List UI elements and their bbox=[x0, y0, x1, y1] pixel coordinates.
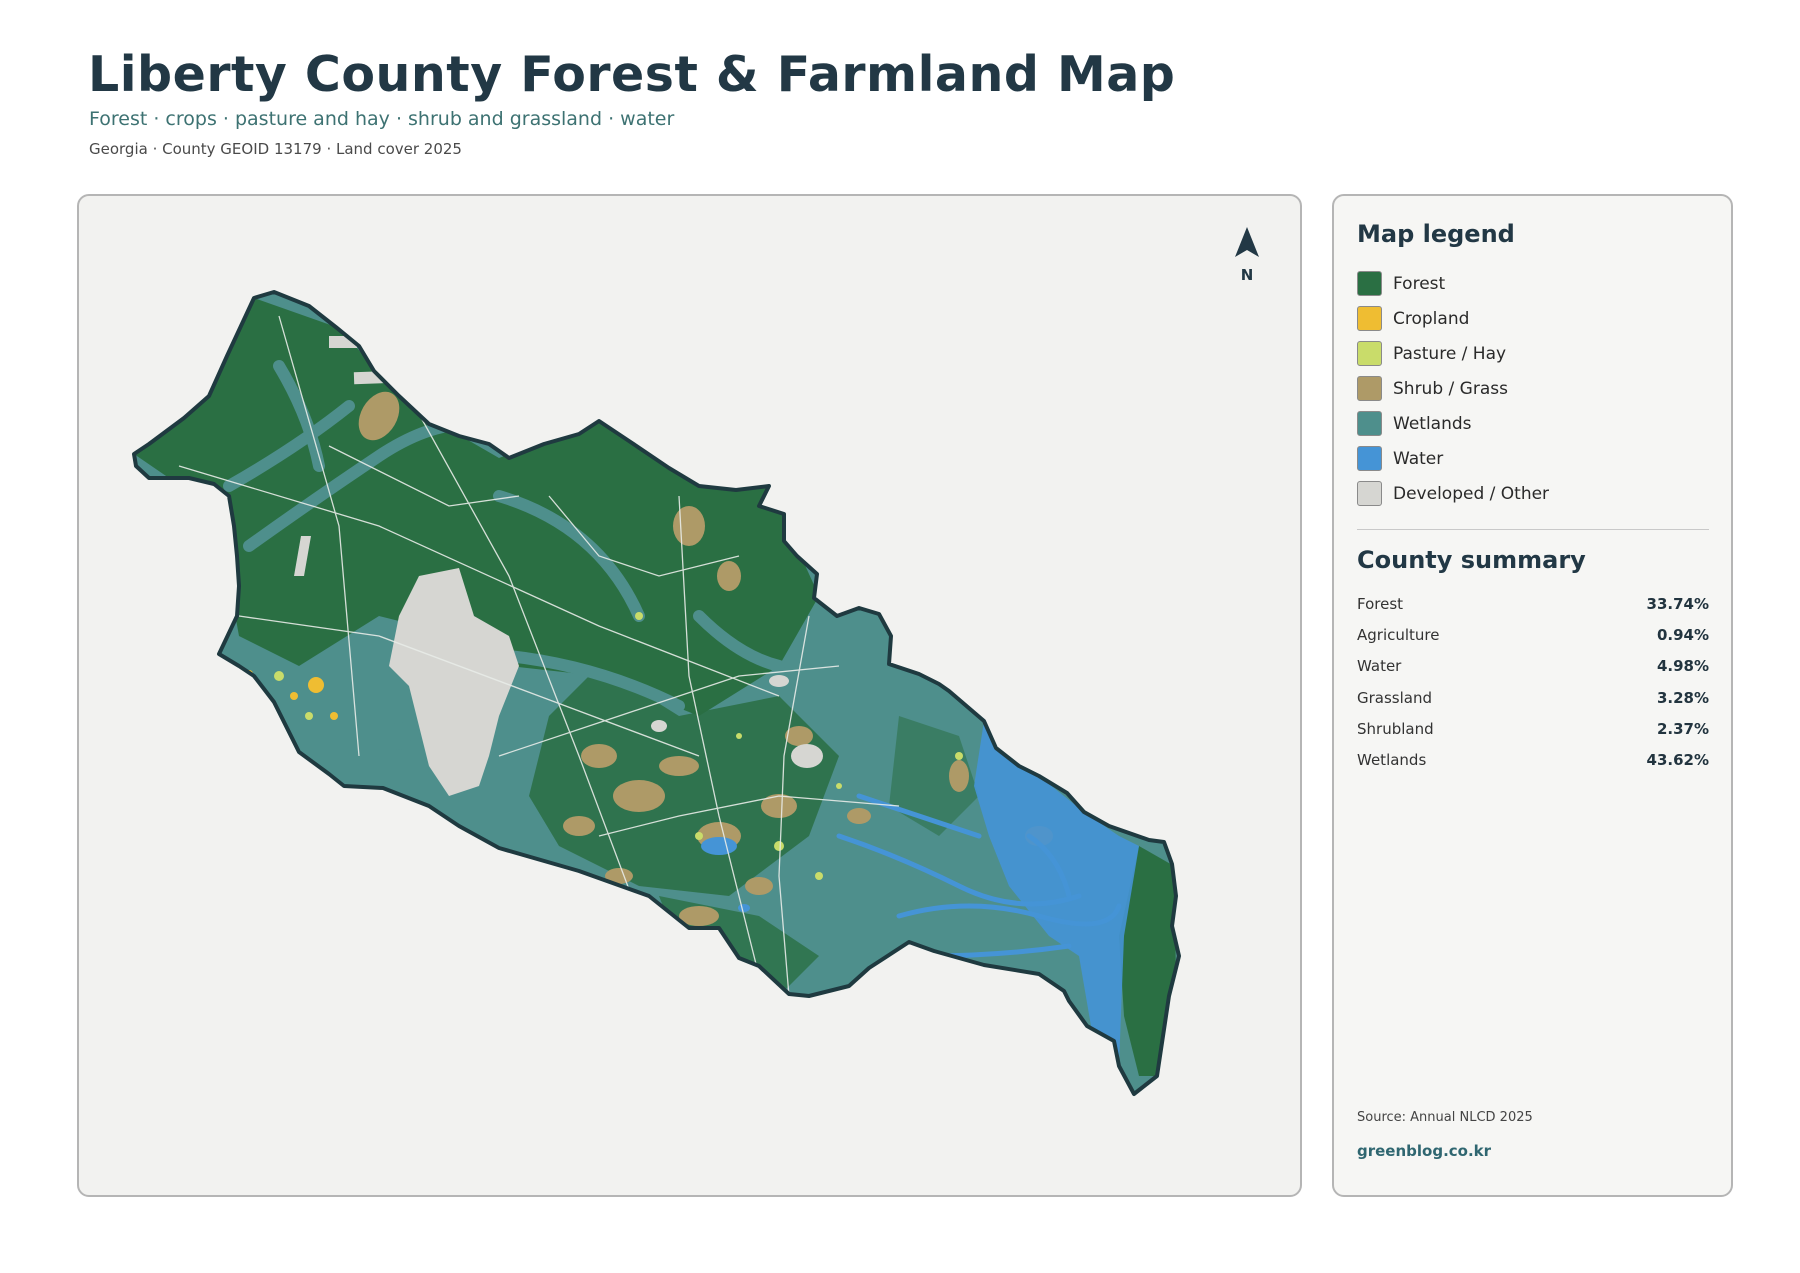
legend-title: Map legend bbox=[1357, 220, 1515, 248]
summary-label: Forest bbox=[1357, 594, 1404, 613]
data-source: Source: Annual NLCD 2025 bbox=[1357, 1110, 1533, 1125]
summary-row: Water 4.98% bbox=[1357, 651, 1709, 682]
legend-swatch bbox=[1357, 446, 1382, 471]
summary-row: Wetlands 43.62% bbox=[1357, 744, 1709, 775]
divider bbox=[1357, 529, 1709, 530]
summary-label: Wetlands bbox=[1357, 751, 1427, 770]
summary-label: Water bbox=[1357, 657, 1402, 676]
legend-swatch bbox=[1357, 481, 1382, 506]
land-cover-layer bbox=[134, 292, 1179, 1094]
summary-table: Forest 33.74% Agriculture 0.94% Water 4.98%… bbox=[1357, 588, 1709, 776]
summary-title: County summary bbox=[1357, 546, 1586, 574]
legend-label: Pasture / Hay bbox=[1393, 343, 1507, 364]
summary-row: Shrubland 2.37% bbox=[1357, 713, 1709, 744]
legend-label: Water bbox=[1393, 448, 1444, 469]
legend-swatch bbox=[1357, 341, 1382, 366]
summary-row: Agriculture 0.94% bbox=[1357, 619, 1709, 650]
summary-row: Grassland 3.28% bbox=[1357, 682, 1709, 713]
legend-label: Shrub / Grass bbox=[1393, 378, 1508, 399]
summary-label: Grassland bbox=[1357, 688, 1432, 707]
legend-item-wetlands: Wetlands bbox=[1357, 406, 1549, 441]
summary-value: 3.28% bbox=[1656, 688, 1709, 707]
credit-link[interactable]: greenblog.co.kr bbox=[1357, 1142, 1491, 1160]
legend-item-water: Water bbox=[1357, 441, 1549, 476]
page-title: Liberty County Forest & Farmland Map bbox=[88, 46, 1176, 103]
map-panel[interactable]: N bbox=[77, 194, 1302, 1197]
legend-item-cropland: Cropland bbox=[1357, 301, 1549, 336]
summary-label: Agriculture bbox=[1357, 625, 1440, 644]
legend-swatch bbox=[1357, 306, 1382, 331]
legend-label: Cropland bbox=[1393, 308, 1470, 329]
legend-swatch bbox=[1357, 271, 1382, 296]
summary-value: 43.62% bbox=[1646, 751, 1709, 770]
summary-row: Forest 33.74% bbox=[1357, 588, 1709, 619]
county-map[interactable]: N bbox=[79, 196, 1302, 1197]
legend-item-pasture-hay: Pasture / Hay bbox=[1357, 336, 1549, 371]
legend-label: Wetlands bbox=[1393, 413, 1472, 434]
summary-value: 0.94% bbox=[1656, 625, 1709, 644]
summary-value: 33.74% bbox=[1646, 594, 1709, 613]
legend-item-developed-other: Developed / Other bbox=[1357, 476, 1549, 511]
legend-swatch bbox=[1357, 376, 1382, 401]
summary-value: 2.37% bbox=[1656, 719, 1709, 738]
legend-swatch bbox=[1357, 411, 1382, 436]
summary-label: Shrubland bbox=[1357, 719, 1434, 738]
north-label: N bbox=[1241, 266, 1254, 284]
legend-label: Forest bbox=[1393, 273, 1446, 294]
north-arrow: N bbox=[1235, 227, 1259, 284]
legend-item-forest: Forest bbox=[1357, 266, 1549, 301]
legend-label: Developed / Other bbox=[1393, 483, 1550, 504]
legend-item-shrub-grass: Shrub / Grass bbox=[1357, 371, 1549, 406]
side-panel: Map legend Forest Cropland Pasture / Hay… bbox=[1332, 194, 1733, 1197]
page-meta: Georgia · County GEOID 13179 · Land cove… bbox=[89, 140, 462, 158]
north-arrow-icon bbox=[1235, 227, 1259, 257]
summary-value: 4.98% bbox=[1656, 657, 1709, 676]
legend-list: Forest Cropland Pasture / Hay Shrub / Gr… bbox=[1357, 266, 1549, 511]
page-subtitle: Forest · crops · pasture and hay · shrub… bbox=[89, 108, 675, 130]
